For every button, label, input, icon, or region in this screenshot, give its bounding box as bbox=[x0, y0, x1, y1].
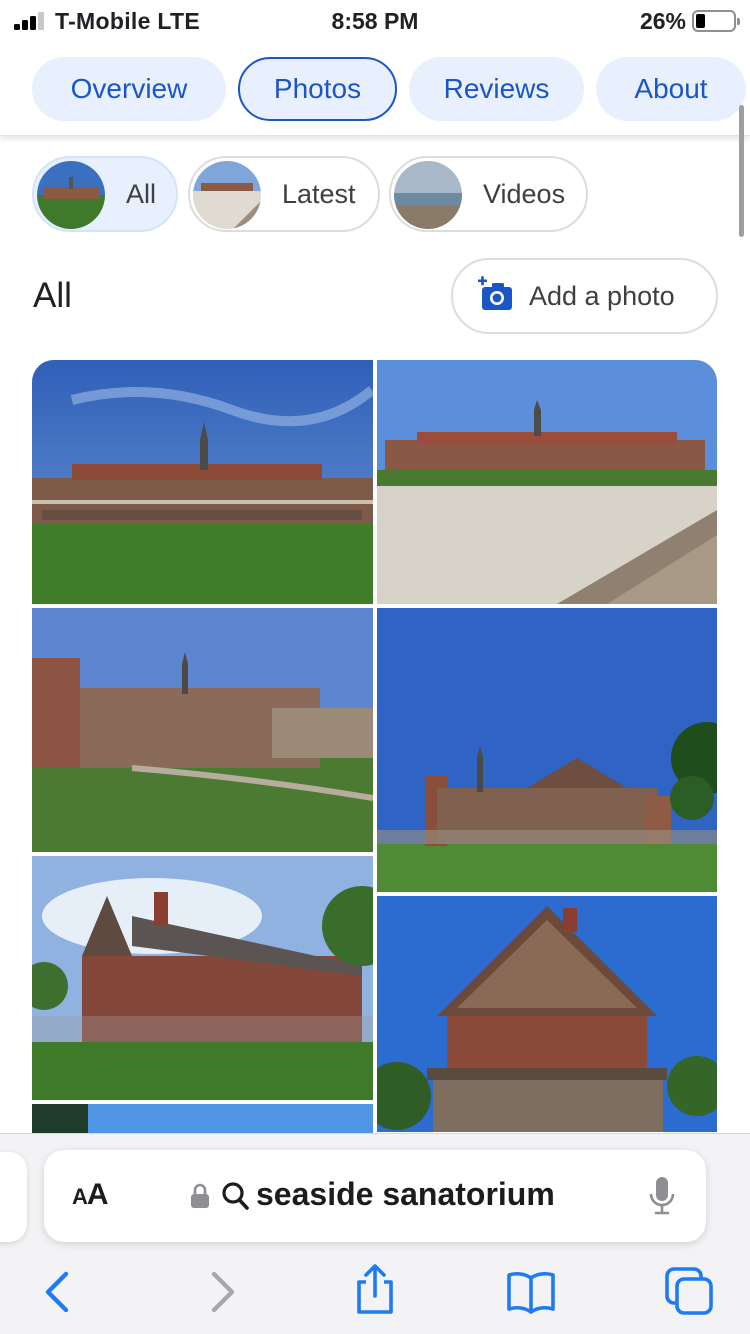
battery-icon bbox=[692, 10, 740, 32]
add-photo-icon bbox=[477, 276, 512, 310]
search-icon bbox=[222, 1182, 249, 1210]
tabs-icon[interactable] bbox=[664, 1266, 714, 1316]
battery-percentage: 26% bbox=[639, 8, 686, 34]
photo-building-blue-sky-tree[interactable] bbox=[377, 608, 717, 892]
chip-all[interactable]: All bbox=[32, 156, 178, 232]
add-photo-label: Add a photo bbox=[529, 280, 675, 311]
lock-icon bbox=[191, 1183, 209, 1208]
aa-big: A bbox=[86, 1178, 109, 1211]
add-photo-button[interactable]: Add a photo bbox=[451, 258, 718, 334]
chip-latest-thumbnail bbox=[193, 161, 261, 229]
tab-about[interactable]: About bbox=[596, 57, 746, 121]
previous-tab-pill[interactable] bbox=[0, 1152, 27, 1242]
microphone-icon[interactable] bbox=[648, 1176, 676, 1216]
section-title: All bbox=[33, 276, 72, 315]
bookmarks-icon[interactable] bbox=[506, 1269, 556, 1315]
chip-label: Videos bbox=[483, 178, 566, 209]
photo-round-tower-wing[interactable] bbox=[32, 608, 373, 852]
tab-photos[interactable]: Photos bbox=[238, 57, 397, 121]
scroll-indicator bbox=[739, 105, 744, 237]
back-arrow-icon[interactable] bbox=[34, 1269, 84, 1315]
address-bar[interactable]: AA seaside sanatorium bbox=[44, 1150, 706, 1242]
status-time: 8:58 PM bbox=[331, 8, 419, 34]
reader-settings-button[interactable]: AA bbox=[72, 1178, 109, 1212]
chip-videos[interactable]: Videos bbox=[389, 156, 588, 232]
tab-reviews[interactable]: Reviews bbox=[409, 57, 584, 121]
aa-small: A bbox=[72, 1184, 88, 1209]
tab-overview[interactable]: Overview bbox=[32, 57, 226, 121]
chip-label: Latest bbox=[282, 178, 356, 209]
forward-arrow-icon[interactable] bbox=[196, 1269, 246, 1315]
chip-videos-thumbnail bbox=[394, 161, 462, 229]
photo-sanatorium-from-beach[interactable] bbox=[377, 360, 717, 604]
photo-brick-dormitory-wing[interactable] bbox=[32, 856, 373, 1100]
share-icon[interactable] bbox=[350, 1264, 400, 1316]
photo-large-sanatorium-building-lawn[interactable] bbox=[32, 360, 373, 604]
safari-toolbar: AA seaside sanatorium bbox=[0, 1133, 750, 1334]
chip-all-thumbnail bbox=[37, 161, 105, 229]
chip-latest[interactable]: Latest bbox=[188, 156, 380, 232]
place-tabs: Overview Photos Reviews About bbox=[0, 50, 750, 136]
chip-label: All bbox=[126, 178, 157, 209]
photo-gabled-brick-house[interactable] bbox=[377, 896, 717, 1132]
status-bar: T-Mobile LTE 8:58 PM 26% bbox=[0, 0, 750, 42]
url-text: seaside sanatorium bbox=[256, 1176, 555, 1212]
